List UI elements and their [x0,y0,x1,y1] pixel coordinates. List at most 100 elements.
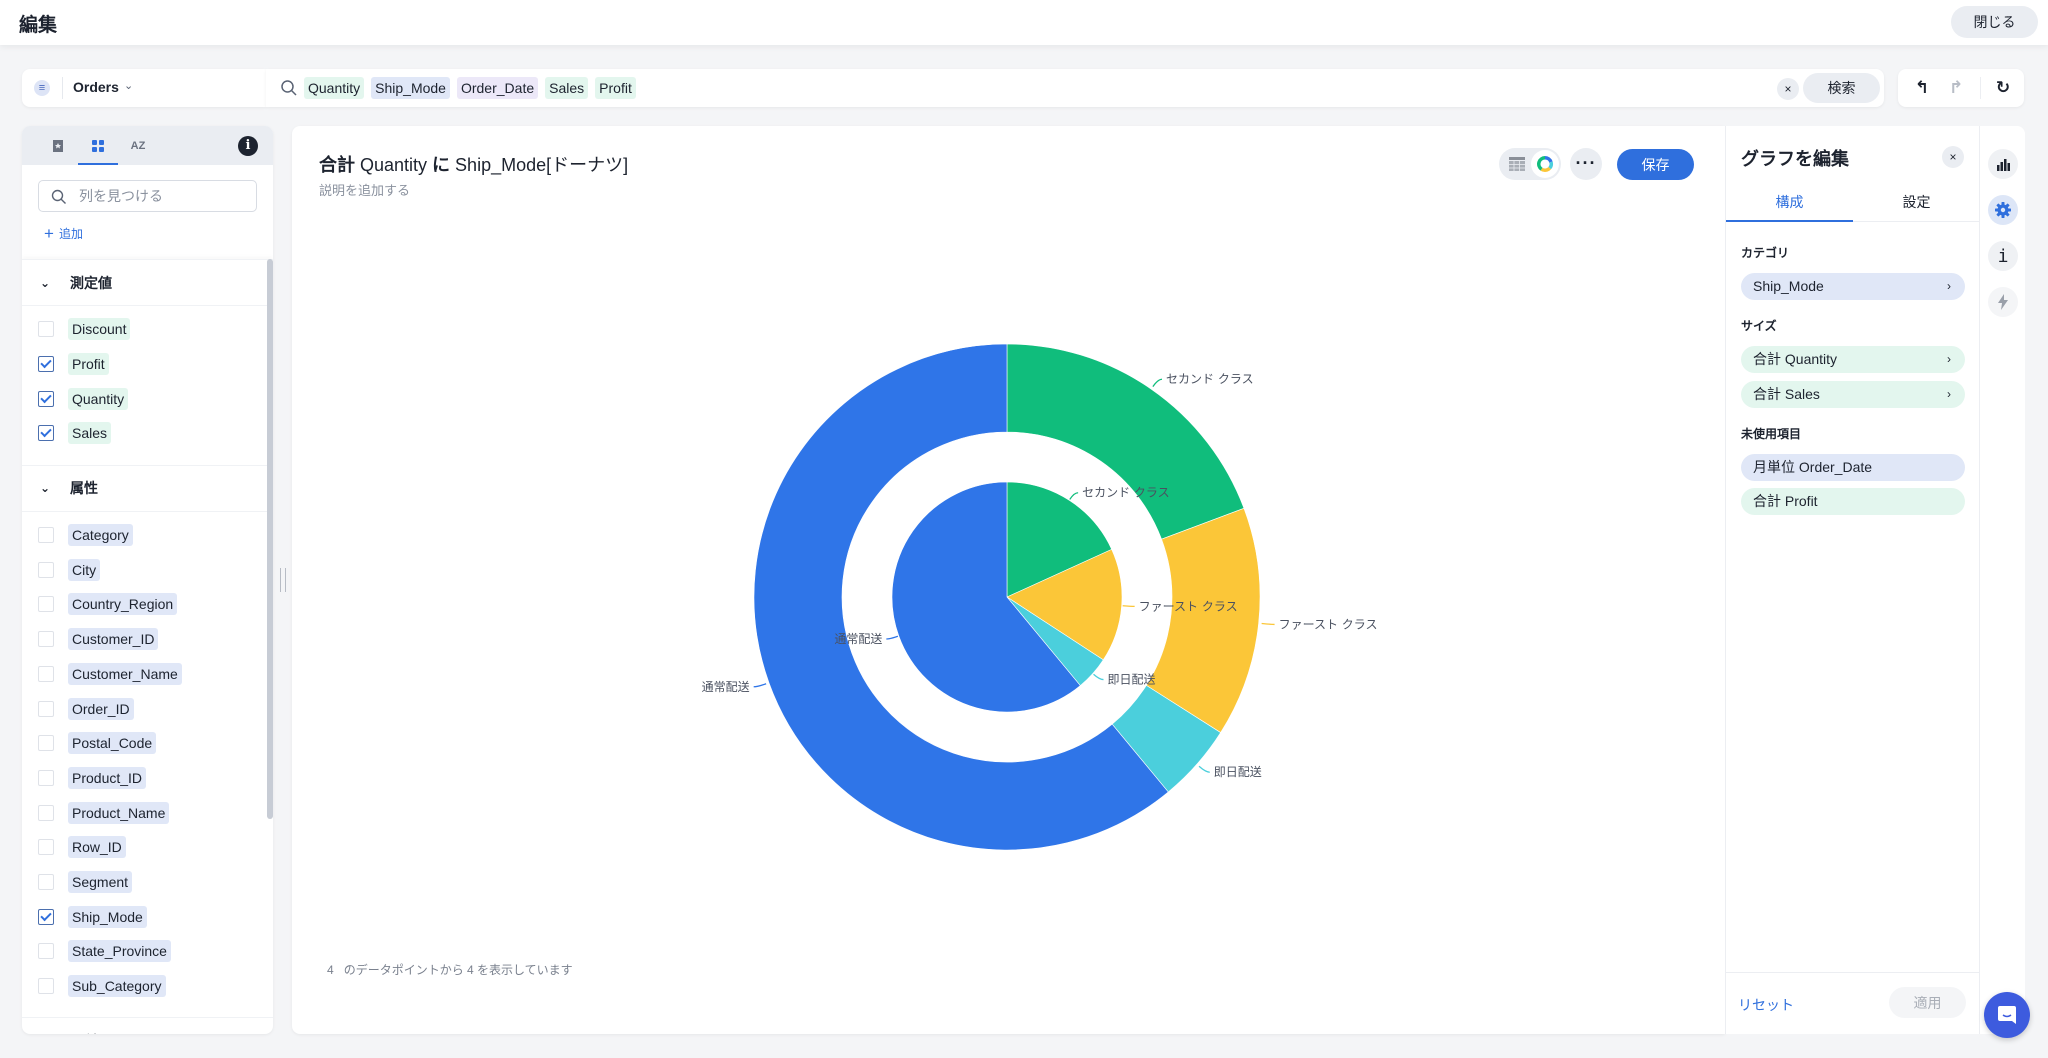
checkbox[interactable] [38,735,54,752]
checkbox[interactable] [38,665,54,682]
search-token-ship-mode[interactable]: Ship_Mode [371,77,450,99]
checkbox[interactable] [38,978,54,995]
tab-sort-az[interactable]: AZ [118,126,158,165]
field-row-product-id[interactable]: Product_ID [22,761,273,796]
size-pill-sales[interactable]: 合計 Sales › [1741,381,1965,408]
undo-icon[interactable]: ↰ [1912,78,1932,98]
field-row-postal-code[interactable]: Postal_Code [22,726,273,761]
reset-icon[interactable]: ↻ [1993,78,2013,98]
field-row-quantity[interactable]: Quantity [22,381,273,416]
column-search[interactable] [38,180,257,212]
checkbox-checked[interactable] [38,425,54,442]
section-measures[interactable]: ⌄ 測定値 [22,260,273,306]
field-row-product-name[interactable]: Product_Name [22,795,273,830]
checkbox[interactable] [38,769,54,786]
field-chip[interactable]: Customer_ID [68,628,159,651]
redo-icon[interactable]: ↱ [1946,78,1966,98]
checkbox-checked[interactable] [38,356,54,373]
field-row-row-id[interactable]: Row_ID [22,830,273,865]
field-chip[interactable]: State_Province [68,940,171,963]
bar-chart-icon[interactable] [1988,149,2018,179]
field-chip[interactable]: Sales [68,422,112,445]
field-chip[interactable]: Quantity [68,387,129,410]
checkbox[interactable] [38,873,54,890]
panel-resize-handle[interactable] [280,568,286,592]
tab-bookmarks[interactable] [38,126,78,165]
close-icon[interactable]: × [1942,146,1964,168]
field-row-discount[interactable]: Discount [22,312,273,347]
search-button[interactable]: 検索 [1803,73,1880,103]
field-chip[interactable]: Category [68,524,133,547]
field-row-order-id[interactable]: Order_ID [22,691,273,726]
column-search-input[interactable] [79,186,249,206]
field-chip[interactable]: Ship_Mode [68,905,147,928]
checkbox-checked[interactable] [38,390,54,407]
info-icon[interactable]: i [238,136,258,156]
field-row-customer-name[interactable]: Customer_Name [22,657,273,692]
field-row-ship-mode[interactable]: Ship_Mode [22,899,273,934]
columns-list[interactable]: ⌄ 測定値 Discount Profit Quantity Sales ⌄ 属… [22,259,273,1034]
checkbox[interactable] [38,700,54,717]
search-icon [281,80,297,96]
close-button[interactable]: 閉じる [1951,6,2038,38]
field-chip[interactable]: Customer_Name [68,662,182,685]
data-source-name[interactable]: Orders [73,79,119,95]
tab-columns[interactable] [78,126,118,165]
pill-label: 合計 Sales [1753,386,1820,402]
field-chip[interactable]: Discount [68,318,131,341]
field-row-city[interactable]: City [22,552,273,587]
apply-button[interactable]: 適用 [1889,987,1966,1018]
field-chip[interactable]: Product_Name [68,801,170,824]
checkbox-checked[interactable] [38,908,54,925]
field-row-country-region[interactable]: Country_Region [22,587,273,622]
reset-link[interactable]: リセット [1738,995,1794,1015]
chevron-down-icon[interactable]: ⌄ [124,79,133,92]
data-source-selector[interactable]: ≡ Orders ⌄ [22,69,266,107]
checkbox[interactable] [38,596,54,613]
add-column-button[interactable]: + 追加 [44,225,83,242]
field-chip[interactable]: Order_ID [68,697,134,720]
field-chip[interactable]: Product_ID [68,766,147,789]
checkbox[interactable] [38,804,54,821]
clear-search-icon[interactable]: × [1777,78,1799,100]
field-chip[interactable]: Postal_Code [68,732,157,755]
checkbox[interactable] [38,321,54,338]
section-attributes[interactable]: ⌄ 属性 [22,466,273,512]
unused-pill-profit[interactable]: 合計 Profit [1741,488,1965,515]
checkbox[interactable] [38,631,54,648]
gear-icon[interactable] [1988,195,2018,225]
checkbox[interactable] [38,839,54,856]
field-chip[interactable]: Row_ID [68,836,126,859]
scrollbar[interactable] [267,259,273,819]
checkbox[interactable] [38,943,54,960]
lightning-icon[interactable] [1988,287,2018,317]
field-row-category[interactable]: Category [22,518,273,553]
tab-configure[interactable]: 構成 [1726,186,1853,222]
field-chip[interactable]: Segment [68,870,133,893]
section-dates[interactable]: ⌄ 日付 [22,1018,273,1034]
info-icon[interactable]: i [1988,241,2018,271]
field-chip[interactable]: City [68,558,101,581]
search-token-sales[interactable]: Sales [545,77,589,99]
field-chip[interactable]: Profit [68,353,109,376]
label-leader-outer-same-day [1198,765,1210,773]
category-pill-ship-mode[interactable]: Ship_Mode › [1741,273,1965,300]
tab-settings[interactable]: 設定 [1853,186,1980,222]
search-token-profit[interactable]: Profit [595,77,636,99]
search-bar[interactable]: Quantity Ship_Mode Order_Date Sales Prof… [266,69,1884,107]
field-row-customer-id[interactable]: Customer_ID [22,622,273,657]
field-chip[interactable]: Sub_Category [68,975,166,998]
search-token-order-date[interactable]: Order_Date [456,77,539,99]
field-row-segment[interactable]: Segment [22,865,273,900]
field-row-profit[interactable]: Profit [22,347,273,382]
checkbox[interactable] [38,527,54,544]
field-row-state-province[interactable]: State_Province [22,934,273,969]
size-pill-quantity[interactable]: 合計 Quantity › [1741,346,1965,373]
field-chip[interactable]: Country_Region [68,593,178,616]
chat-support-button[interactable] [1984,992,2030,1038]
field-row-sales[interactable]: Sales [22,416,273,451]
unused-pill-order-date[interactable]: 月単位 Order_Date [1741,454,1965,481]
search-token-quantity[interactable]: Quantity [304,77,365,99]
checkbox[interactable] [38,561,54,578]
field-row-sub-category[interactable]: Sub_Category [22,969,273,1004]
